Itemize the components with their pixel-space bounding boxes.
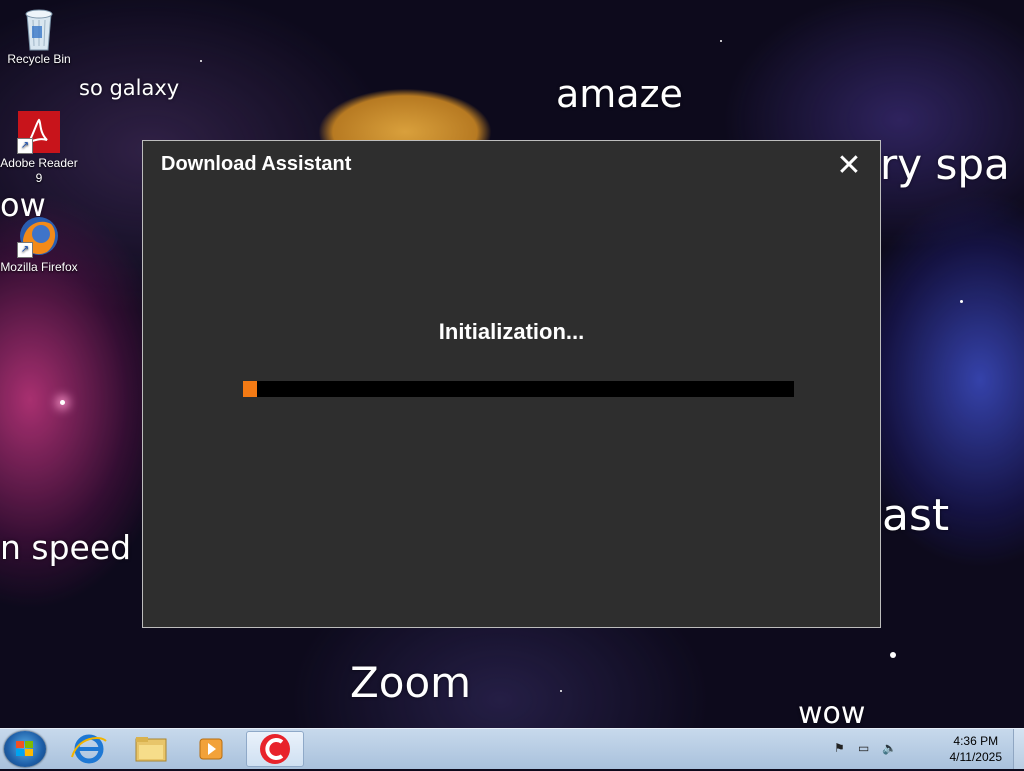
desktop-icon-adobe-reader[interactable]: ↗ Adobe Reader 9 xyxy=(0,110,78,186)
media-player-icon xyxy=(199,738,223,760)
clock[interactable]: 4:36 PM 4/11/2025 xyxy=(950,733,1003,765)
taskbar-item-file-explorer[interactable] xyxy=(124,731,178,767)
desktop-icon-label: Mozilla Firefox xyxy=(0,260,78,274)
star xyxy=(60,400,65,405)
desktop-icon-label: Adobe Reader 9 xyxy=(0,156,78,185)
show-desktop-button[interactable] xyxy=(1013,729,1024,769)
close-icon: ✕ xyxy=(836,148,862,183)
wallpaper-text-ast: ast xyxy=(882,490,950,541)
taskbar-item-media-player[interactable] xyxy=(184,731,238,767)
firefox-icon: ↗ xyxy=(17,214,61,258)
download-assistant-app-icon xyxy=(260,734,290,764)
progress-bar xyxy=(243,381,794,397)
close-button[interactable]: ✕ xyxy=(834,151,864,181)
wallpaper-text-wow: wow xyxy=(798,696,866,731)
desktop-icon-label: Recycle Bin xyxy=(7,52,71,66)
windows-start-icon xyxy=(16,741,34,757)
progress-bar-fill xyxy=(243,381,257,397)
wallpaper-text-so-galaxy: so galaxy xyxy=(79,76,180,100)
action-center-icon[interactable]: ⚑ xyxy=(834,741,848,755)
star xyxy=(960,300,963,303)
wallpaper-text-n-speed: n speed xyxy=(0,528,132,567)
network-icon[interactable]: ▭ xyxy=(858,741,872,755)
clock-time: 4:36 PM xyxy=(953,734,999,748)
star xyxy=(720,40,722,42)
adobe-reader-icon: ↗ xyxy=(17,110,61,154)
clock-date: 4/11/2025 xyxy=(949,750,1003,764)
volume-muted-icon[interactable]: 🔈 xyxy=(882,741,897,755)
taskbar: ⚑ ▭ 🔈 4:36 PM 4/11/2025 xyxy=(0,728,1024,769)
recycle-bin-icon xyxy=(17,6,61,51)
internet-explorer-icon xyxy=(71,734,107,764)
desktop-icon-firefox[interactable]: ↗ Mozilla Firefox xyxy=(0,214,78,275)
system-tray: ⚑ ▭ 🔈 4:36 PM 4/11/2025 xyxy=(804,729,1024,769)
doge-wallpaper-image xyxy=(285,62,525,152)
taskbar-item-internet-explorer[interactable] xyxy=(62,731,116,767)
download-assistant-dialog: Download Assistant ✕ Initialization... xyxy=(142,140,881,628)
taskbar-item-download-assistant[interactable] xyxy=(246,731,304,767)
wallpaper-text-ry-spa: ry spa xyxy=(880,140,1010,189)
start-button[interactable] xyxy=(4,731,46,767)
star xyxy=(560,690,562,692)
shortcut-arrow-icon: ↗ xyxy=(17,138,33,154)
file-explorer-icon xyxy=(135,737,167,762)
dialog-title: Download Assistant xyxy=(161,153,352,175)
wallpaper-text-zoom: Zoom xyxy=(350,658,472,707)
shortcut-arrow-icon: ↗ xyxy=(17,242,33,258)
star xyxy=(890,652,896,658)
star xyxy=(200,60,202,62)
wallpaper-text-amaze: amaze xyxy=(556,72,683,116)
desktop-icon-recycle-bin[interactable]: Recycle Bin xyxy=(0,6,78,67)
status-text: Initialization... xyxy=(438,319,585,344)
